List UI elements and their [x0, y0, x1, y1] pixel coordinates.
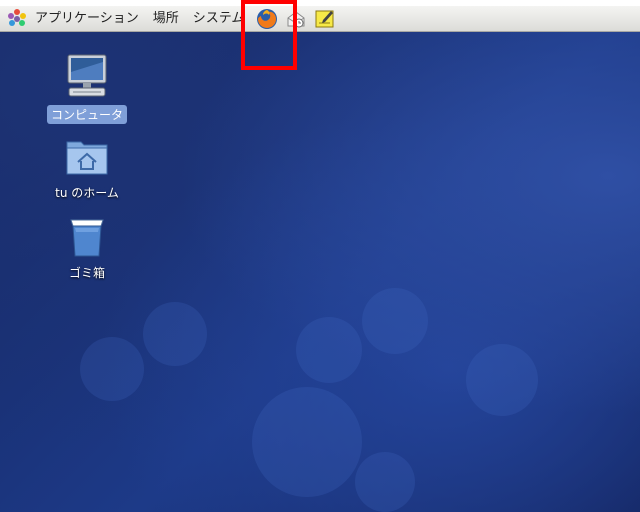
firefox-launcher[interactable]	[254, 6, 280, 31]
trash-icon	[70, 219, 104, 257]
notes-icon	[315, 10, 334, 27]
desktop-icon-home[interactable]: tu のホーム	[37, 134, 137, 202]
menu-places[interactable]: 場所	[146, 6, 186, 31]
email-launcher[interactable]	[283, 6, 309, 31]
menu-system[interactable]: システム	[186, 6, 252, 31]
wallpaper-bokeh	[362, 288, 428, 354]
desktop-icon-label: tu のホーム	[55, 186, 119, 200]
wallpaper-bokeh	[80, 337, 144, 401]
email-client-icon	[287, 10, 305, 27]
top-panel: アプリケーション 場所 システム	[0, 6, 640, 32]
menu-applications[interactable]: アプリケーション	[28, 6, 146, 31]
gnome-foot-icon[interactable]	[6, 8, 28, 30]
wallpaper-bokeh	[466, 344, 538, 416]
wallpaper-bokeh	[143, 302, 207, 366]
desktop-icon-trash[interactable]: ゴミ箱	[37, 214, 137, 282]
notes-launcher[interactable]	[312, 6, 338, 31]
desktop-icon-label: コンピュータ	[46, 105, 127, 124]
firefox-icon	[257, 8, 278, 29]
desktop-icon-computer[interactable]: コンピュータ	[37, 52, 137, 124]
desktop-icon-label: ゴミ箱	[68, 266, 105, 280]
wallpaper-bokeh	[252, 387, 362, 497]
computer-icon	[67, 54, 107, 97]
desktop[interactable]: コンピュータ tu のホーム ゴミ箱	[0, 32, 640, 512]
wallpaper-bokeh	[355, 452, 415, 512]
wallpaper-bokeh	[296, 317, 362, 383]
home-folder-icon	[66, 141, 108, 175]
